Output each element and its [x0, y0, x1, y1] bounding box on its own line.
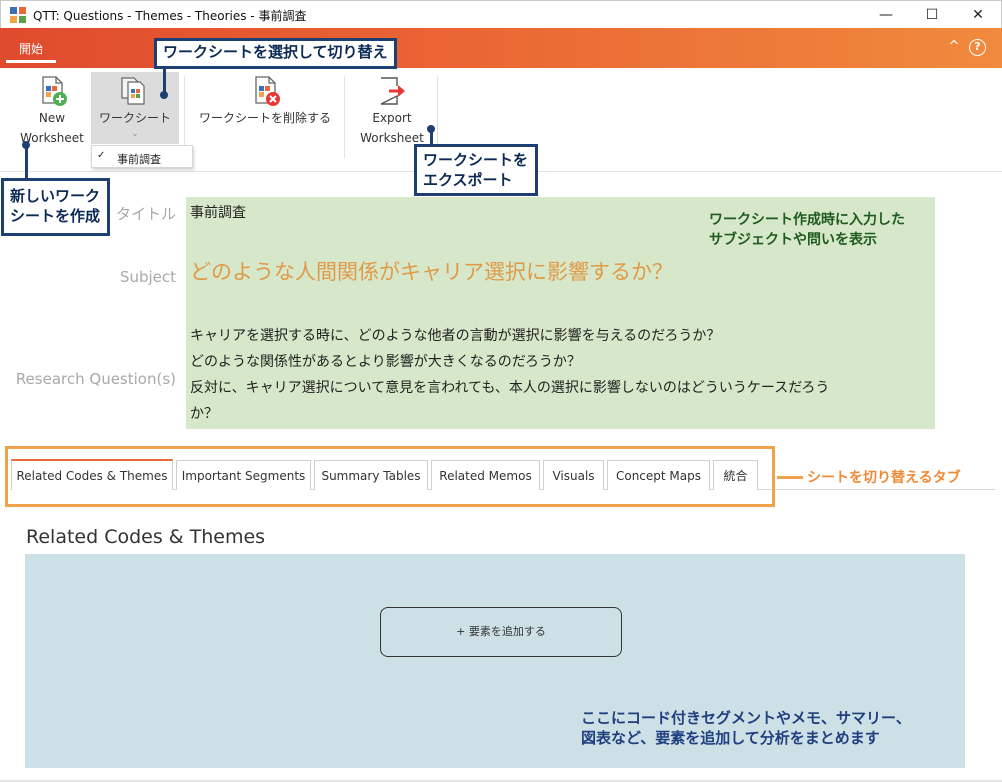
header-annotation-line2: サブジェクトや問いを表示: [709, 232, 877, 248]
help-icon[interactable]: ?: [969, 39, 986, 56]
title-value[interactable]: 事前調査: [190, 202, 246, 222]
tabs-annotation: シートを切り替えるタブ: [807, 470, 961, 486]
delete-worksheet-label: ワークシートを削除する: [198, 111, 331, 125]
callout-pointer: [25, 146, 28, 179]
export-worksheet-button[interactable]: Export Worksheet: [350, 72, 434, 148]
check-icon: ✓: [97, 150, 106, 161]
close-icon: ✕: [972, 7, 984, 23]
research-question-value[interactable]: キャリアを選択する時に、どのような他者の言動が選択に影響を与えるのだろうか？ ど…: [190, 323, 930, 427]
research-question-line: 反対に、キャリア選択について意見を言われても、本人の選択に影響しないのはどういう…: [190, 380, 830, 396]
title-label: タイトル: [115, 205, 176, 223]
new-worksheet-button[interactable]: New Worksheet: [14, 72, 90, 148]
content-annotation: ここにコード付きセグメントやメモ、サマリー、 図表など、要素を追加して分析をまと…: [581, 708, 911, 748]
section-title: Related Codes & Themes: [26, 526, 266, 548]
window-title-bar: QTT: Questions - Themes - Theories - 事前調…: [0, 0, 1002, 28]
delete-worksheet-button[interactable]: ワークシートを削除する: [190, 72, 340, 128]
content-annotation-line1: ここにコード付きセグメントやメモ、サマリー、: [581, 709, 911, 727]
callout-new-text-line2: シートを作成: [10, 207, 101, 225]
close-button[interactable]: ✕: [955, 1, 1001, 29]
window-title: QTT: Questions - Themes - Theories - 事前調…: [33, 9, 307, 23]
ribbon-tab-bar: 開始: [0, 28, 1002, 68]
callout-pointer: [430, 130, 433, 145]
export-label-line1: Export: [372, 111, 412, 125]
new-worksheet-label-line1: New: [38, 111, 66, 125]
callout-new-text-line1: 新しいワーク: [10, 187, 101, 205]
callout-new-worksheet: 新しいワーク シートを作成: [1, 178, 110, 236]
research-question-line: キャリアを選択する時に、どのような他者の言動が選択に影響を与えるのだろうか？: [190, 328, 721, 344]
content-annotation-line2: 図表など、要素を追加して分析をまとめます: [581, 729, 880, 747]
new-worksheet-icon: [42, 76, 67, 106]
maximize-button[interactable]: ☐: [909, 1, 955, 29]
toolbar-divider: [344, 76, 345, 158]
research-question-line: か？: [190, 406, 218, 422]
tabs-annotation-frame: [5, 446, 775, 507]
chevron-down-icon: ⌄: [131, 129, 139, 139]
export-icon: [380, 77, 405, 105]
header-annotation: ワークシート作成時に入力した サブジェクトや問いを表示: [709, 210, 905, 250]
callout-export-text-line2: エクスポート: [423, 171, 513, 189]
header-annotation-line1: ワークシート作成時に入力した: [709, 212, 905, 228]
worksheets-label: ワークシート: [98, 111, 171, 125]
dropdown-item-worksheet[interactable]: 事前調査: [117, 151, 161, 167]
ribbon-tab-start[interactable]: 開始: [0, 36, 62, 62]
delete-worksheet-icon: [255, 76, 280, 106]
add-element-button[interactable]: + 要素を追加する: [380, 607, 622, 657]
callout-export-text-line1: ワークシートを: [423, 151, 529, 169]
worksheet-dropdown-menu[interactable]: ✓ 事前調査: [91, 145, 193, 168]
active-tab-indicator: [6, 60, 56, 63]
callout-switch-text: ワークシートを選択して切り替え: [163, 43, 388, 61]
research-question-line: どのような関係性があるとより影響が大きくなるのだろうか？: [190, 354, 581, 370]
research-question-label: Research Question(s): [15, 370, 176, 388]
tabs-annotation-pointer: [777, 476, 803, 479]
subject-label: Subject: [119, 268, 176, 286]
callout-pointer-dot: [160, 91, 168, 99]
worksheets-icon: [121, 77, 145, 105]
minimize-button[interactable]: —: [863, 1, 909, 29]
callout-export-worksheet: ワークシートを エクスポート: [414, 144, 538, 196]
app-logo-icon: [10, 7, 26, 23]
callout-pointer: [163, 69, 166, 93]
callout-switch-worksheet: ワークシートを選択して切り替え: [154, 38, 397, 69]
subject-value[interactable]: どのような人間関係がキャリア選択に影響するか？: [190, 256, 673, 286]
maximize-icon: ☐: [925, 7, 939, 23]
minimize-icon: —: [879, 7, 893, 23]
collapse-ribbon-icon[interactable]: ^: [946, 40, 962, 54]
